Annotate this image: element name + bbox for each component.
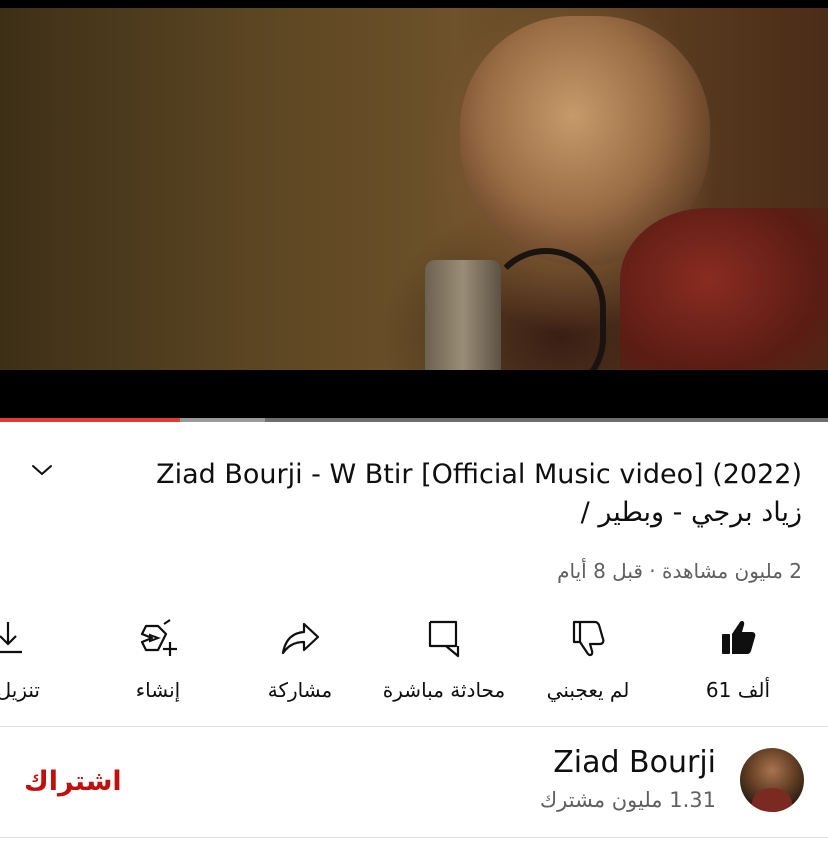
video-title-line1: Ziad Bourji - W Btir [Official Music vid…: [156, 459, 802, 490]
channel-name[interactable]: Ziad Bourji: [553, 745, 716, 780]
video-bottom-letterbox: [0, 370, 828, 418]
download-button[interactable]: تنزيل: [0, 612, 40, 712]
divider: [0, 726, 828, 727]
video-title-line2: زياد برجي - وبطير /: [580, 497, 802, 528]
video-title[interactable]: Ziad Bourji - W Btir [Official Music vid…: [62, 456, 802, 532]
download-label: تنزيل: [0, 678, 40, 702]
subscriber-count: 1.31 مليون مشترك: [539, 788, 716, 812]
share-label: مشاركة: [267, 678, 333, 702]
video-top-letterbox: [0, 0, 828, 8]
video-frame[interactable]: [0, 8, 828, 398]
create-icon: [140, 619, 177, 656]
avatar-shirt: [752, 788, 792, 812]
share-button[interactable]: مشاركة: [256, 612, 344, 712]
like-icon: [722, 621, 756, 654]
live-chat-label: محادثة مباشرة: [382, 678, 506, 702]
video-microphone: [425, 260, 501, 380]
subscribe-button[interactable]: اشتراك: [24, 766, 122, 797]
dislike-icon: [572, 620, 605, 657]
divider: [0, 837, 828, 838]
create-label: إنشاء: [135, 678, 181, 702]
action-row: 61 ألف لم يعجبني محادثة مباشرة مشاركة إن…: [0, 612, 828, 712]
chevron-down-icon[interactable]: [30, 462, 54, 478]
video-singer-hoodie: [620, 208, 828, 388]
video-progress-bar[interactable]: [0, 418, 828, 422]
share-icon: [281, 622, 320, 655]
dislike-button[interactable]: لم يعجبني: [536, 612, 640, 712]
download-icon: [0, 622, 22, 654]
video-meta: 2 مليون مشاهدة · قبل 8 أيام: [557, 559, 802, 583]
like-button[interactable]: 61 ألف: [690, 612, 786, 712]
like-count: 61 ألف: [705, 678, 771, 702]
progress-played: [0, 418, 180, 422]
live-chat-button[interactable]: محادثة مباشرة: [374, 612, 514, 712]
channel-avatar[interactable]: [740, 748, 804, 812]
video-player[interactable]: [0, 0, 828, 418]
dislike-label: لم يعجبني: [546, 678, 630, 702]
create-button[interactable]: إنشاء: [120, 612, 196, 712]
live-chat-icon: [428, 620, 460, 658]
